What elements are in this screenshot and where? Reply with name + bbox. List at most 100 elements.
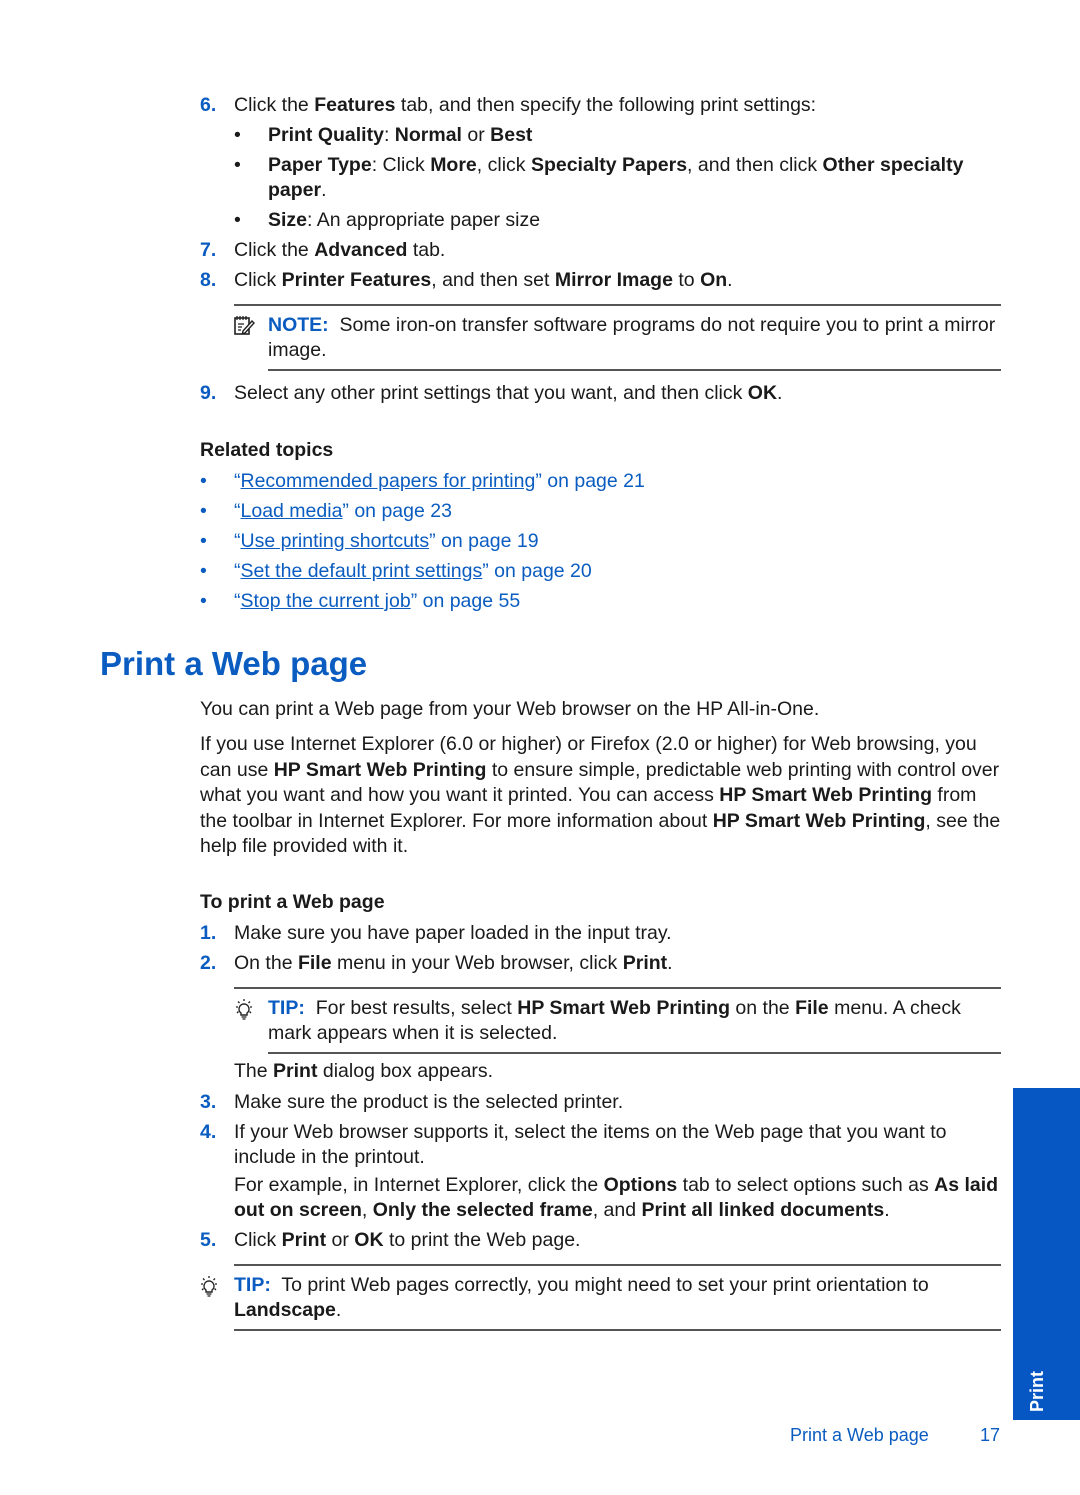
emphasis-text: Paper Type (268, 154, 372, 176)
text-run: : An appropriate paper size (307, 209, 541, 231)
related-topic-link[interactable]: Recommended papers for printing (241, 470, 536, 492)
emphasis-text: Print (622, 952, 668, 974)
emphasis-text: Print all linked documents (641, 1199, 885, 1221)
text-run: . (884, 1199, 890, 1221)
emphasis-text: Print (281, 1229, 327, 1251)
related-topic-link[interactable]: Use printing shortcuts (241, 530, 430, 552)
step-text: Make sure you have paper loaded in the i… (234, 921, 1004, 946)
step-number: 8. (200, 269, 217, 291)
tip-content: TIP: To print Web pages correctly, you m… (234, 1273, 994, 1323)
emphasis-text: HP Smart Web Printing (517, 997, 730, 1019)
footer-page-number: 17 (980, 1425, 1001, 1445)
text-run: Click the (234, 239, 315, 261)
step-number: 9. (200, 382, 217, 404)
divider (234, 1264, 1001, 1266)
text-run: to (672, 269, 701, 291)
bullet: • (234, 154, 241, 176)
note-content: NOTE: Some iron-on transfer software pro… (268, 313, 998, 363)
footer-section-title: Print a Web page (790, 1425, 929, 1445)
related-bullet: • (200, 590, 207, 612)
text-run: , and then set (431, 269, 555, 291)
text-run: If your Web browser supports it, select … (234, 1121, 947, 1168)
related-topic-link[interactable]: Load media (241, 500, 343, 522)
page-reference: ” on page 23 (342, 500, 452, 522)
tip-label: TIP: (234, 1274, 271, 1296)
step-number: 1. (200, 922, 217, 944)
step-text: On the File menu in your Web browser, cl… (234, 951, 1004, 976)
emphasis-text: HP Smart Web Printing (273, 758, 487, 781)
emphasis-text: Normal (394, 124, 462, 146)
text-run: Select any other print settings that you… (234, 382, 748, 404)
related-topic-item: “Load media” on page 23 (234, 499, 452, 524)
text-run: to print the Web page. (383, 1229, 581, 1251)
page-reference: ” on page 19 (429, 530, 539, 552)
text-run: Make sure you have paper loaded in the i… (234, 922, 672, 944)
text-run: , and then click (687, 154, 823, 176)
tip-text: For best results, select HP Smart Web Pr… (268, 997, 961, 1044)
related-bullet: • (200, 560, 207, 582)
text-run: Click (234, 269, 282, 291)
step-extra-text: For example, in Internet Explorer, click… (234, 1173, 1006, 1223)
emphasis-text: More (430, 154, 477, 176)
note-text: Some iron-on transfer software programs … (268, 314, 996, 361)
text-run: menu in your Web browser, click (331, 952, 623, 974)
related-topic-item: “Set the default print settings” on page… (234, 559, 592, 584)
text-run: . (321, 179, 327, 201)
page-title: Print a Web page (100, 645, 368, 682)
text-run: Click the (234, 94, 315, 116)
text-run: : (383, 124, 395, 146)
text-run: or (326, 1229, 355, 1251)
step-text: Click Printer Features, and then set Mir… (234, 268, 1004, 293)
emphasis-text: Print Quality (268, 124, 384, 146)
step-number: 5. (200, 1229, 217, 1251)
related-topic-link[interactable]: Stop the current job (241, 590, 411, 612)
step-number: 7. (200, 239, 217, 261)
step-number: 2. (200, 952, 217, 974)
tip-label: TIP: (268, 997, 305, 1019)
text-run: . (667, 952, 673, 974)
tip-content: TIP: For best results, select HP Smart W… (268, 996, 1003, 1046)
emphasis-text: Mirror Image (554, 269, 673, 291)
related-topic-item: “Use printing shortcuts” on page 19 (234, 529, 539, 554)
emphasis-text: Specialty Papers (530, 154, 688, 176)
step-number: 6. (200, 94, 217, 116)
emphasis-text: OK (747, 382, 778, 404)
emphasis-text: Best (490, 124, 533, 146)
step-text: Select any other print settings that you… (234, 381, 1004, 406)
chapter-side-tab-label: Print (1027, 1370, 1047, 1412)
divider (234, 304, 1001, 306)
procedure-heading: To print a Web page (200, 891, 385, 913)
emphasis-text: OK (354, 1229, 384, 1251)
emphasis-text: File (297, 952, 332, 974)
bullet: • (234, 124, 241, 146)
emphasis-text: Printer Features (281, 269, 432, 291)
related-bullet: • (200, 530, 207, 552)
smart-web-printing-paragraph: If you use Internet Explorer (6.0 or hig… (200, 732, 1005, 860)
step-text: Make sure the product is the selected pr… (234, 1090, 1004, 1115)
step-text: If your Web browser supports it, select … (234, 1120, 1004, 1170)
tip-text: To print Web pages correctly, you might … (234, 1274, 929, 1321)
page-reference: ” on page 21 (535, 470, 645, 492)
bullet: • (234, 209, 241, 231)
emphasis-text: On (700, 269, 728, 291)
text-run: . (777, 382, 783, 404)
lightbulb-icon (201, 1276, 217, 1297)
text-run: or (461, 124, 491, 146)
related-topic-link[interactable]: Set the default print settings (241, 560, 483, 582)
text-run: Click (234, 1229, 282, 1251)
page-reference: ” on page 20 (482, 560, 592, 582)
text-run: tab. (407, 239, 446, 261)
text-run: To print Web pages correctly, you might … (281, 1274, 929, 1296)
text-run: tab, and then specify the following prin… (395, 94, 817, 116)
text-run: For best results, select (315, 997, 518, 1019)
related-topics-heading: Related topics (200, 439, 334, 461)
emphasis-text: Print (273, 1060, 318, 1082)
text-run: tab to select options such as (677, 1174, 935, 1196)
emphasis-text: Size (268, 209, 308, 231)
lightbulb-icon (236, 999, 252, 1020)
divider (268, 1052, 1001, 1054)
step-text: Click the Advanced tab. (234, 238, 1004, 263)
emphasis-text: HP Smart Web Printing (719, 784, 932, 806)
related-topic-item: “Stop the current job” on page 55 (234, 589, 520, 614)
emphasis-text: File (795, 997, 829, 1019)
